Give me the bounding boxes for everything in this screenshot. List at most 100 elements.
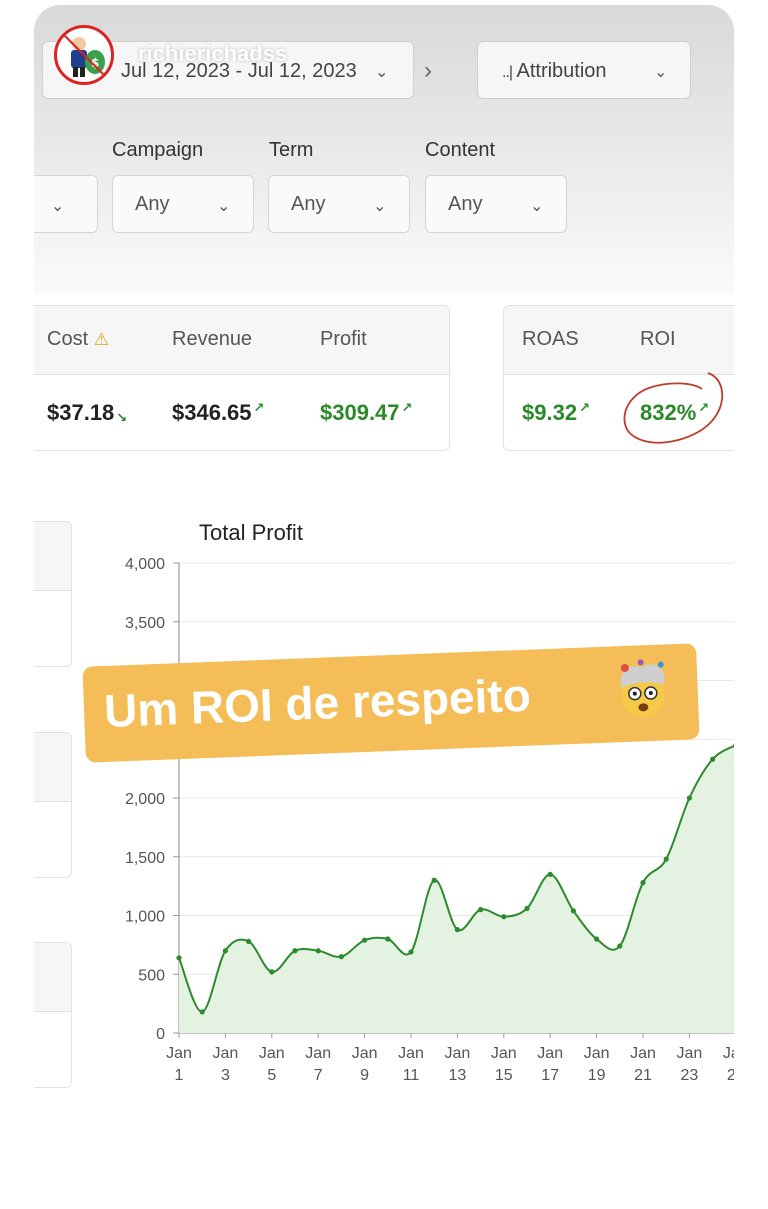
side-card [34,942,72,1088]
x-tick-label: 3 [221,1067,230,1084]
profit-value: $309.47 [320,400,400,425]
data-point [176,955,182,961]
data-point [570,908,576,914]
x-tick-label: Jan [677,1045,703,1062]
warning-icon[interactable]: ⚠ [94,330,109,349]
data-point [338,954,344,960]
x-tick-label: Jan [537,1045,563,1062]
x-tick-label: Jan [398,1045,424,1062]
x-tick-label: Jan [305,1045,331,1062]
chevron-down-icon: ⌄ [51,198,65,215]
data-point [408,949,414,955]
y-tick-label: 1,500 [125,850,165,867]
data-point [199,1009,205,1015]
chevron-right-icon[interactable]: › [424,57,432,85]
data-point [594,936,600,942]
side-card [34,732,72,878]
y-tick-label: 2,000 [125,791,165,808]
data-point [547,871,553,877]
bar-chart-icon: ..| [502,64,513,81]
metrics-card: Cost ⚠ Revenue Profit $37.18 ↘ $346.65 ↗ $… [34,305,450,451]
total-profit-chart: 4,0003,5003,0002,5002,0001,5001,0005000J… [125,556,734,1084]
data-point [222,948,228,954]
data-point [617,943,623,949]
x-tick-label: Jan [723,1045,734,1062]
y-tick-label: 3,500 [125,615,165,632]
chevron-down-icon: ⌄ [373,198,387,215]
trend-up-icon: ↗ [579,400,590,415]
x-tick-label: Jan [213,1045,239,1062]
x-tick-label: 17 [541,1067,559,1084]
story-frame: Jul 12, 2023 - Jul 12, 2023 ⌄ › ..| Attr… [34,5,734,1209]
x-tick-label: 23 [681,1067,699,1084]
x-tick-label: 19 [588,1067,606,1084]
exploding-head-emoji [620,659,665,718]
side-card [34,521,72,667]
data-point [385,936,391,942]
chevron-down-icon: ⌄ [654,64,668,81]
x-tick-label: 7 [314,1067,323,1084]
x-tick-label: Jan [166,1045,192,1062]
avatar[interactable]: $ [54,25,114,85]
chevron-down-icon: ⌄ [217,198,231,215]
x-tick-label: 11 [403,1067,420,1084]
chevron-down-icon: ⌄ [530,198,544,215]
x-tick-label: Jan [491,1045,517,1062]
trend-up-icon: ↗ [401,400,413,415]
cost-value: $37.18 [47,400,115,425]
data-point [478,907,484,913]
x-tick-label: 13 [449,1067,467,1084]
trend-down-icon: ↘ [116,410,128,425]
x-tick-label: 25 [727,1067,734,1084]
x-tick-label: Jan [630,1045,656,1062]
x-tick-label: Jan [584,1045,610,1062]
data-point [246,938,252,944]
data-point [431,877,437,883]
data-point [269,969,275,975]
data-point [362,937,368,943]
profit-area [179,746,734,1033]
filter-label-term: Term [269,139,314,161]
data-point [686,795,693,801]
chart-title: Total Profit [199,520,303,545]
x-tick-label: 1 [175,1067,184,1084]
filter-label-content: Content [425,139,496,161]
filter-label-campaign: Campaign [112,139,204,161]
x-tick-label: 15 [495,1067,513,1084]
overlay-text: Um ROI de respeito [103,668,532,738]
data-point [454,927,460,933]
filter-select-campaign[interactable]: Any ⌄ [112,175,254,233]
data-point [292,948,298,954]
data-point [640,880,646,886]
x-tick-label: 9 [360,1067,369,1084]
x-tick-label: Jan [445,1045,471,1062]
y-tick-label: 1,000 [125,909,165,926]
data-point [524,905,530,912]
attribution-label: Attribution [516,60,607,82]
data-point [710,756,716,762]
x-tick-label: Jan [259,1045,285,1062]
story-username[interactable]: richierichadss [138,41,287,67]
y-tick-label: 500 [138,967,165,984]
data-point [663,856,669,862]
roas-label: ROAS [522,328,579,350]
profit-label: Profit [320,328,367,350]
filter-select-content[interactable]: Any ⌄ [425,175,567,233]
filter-select-source[interactable]: ⌄ [34,175,98,233]
data-point [501,914,507,920]
cost-label: Cost [47,328,89,350]
x-tick-label: Jan [352,1045,378,1062]
attribution-dropdown[interactable]: ..| Attribution ⌄ [477,41,691,99]
chevron-down-icon: ⌄ [375,64,389,81]
roi-label: ROI [640,328,676,350]
filter-select-term[interactable]: Any ⌄ [268,175,410,233]
x-tick-label: 5 [267,1067,276,1084]
roas-value: $9.32 [522,400,578,425]
trend-up-icon: ↗ [253,400,265,415]
revenue-label: Revenue [172,328,253,350]
roi-hand-drawn-circle [623,372,724,444]
y-tick-label: 4,000 [125,556,165,573]
x-tick-label: 21 [634,1067,652,1084]
revenue-value: $346.65 [172,400,252,425]
data-point [315,948,321,954]
